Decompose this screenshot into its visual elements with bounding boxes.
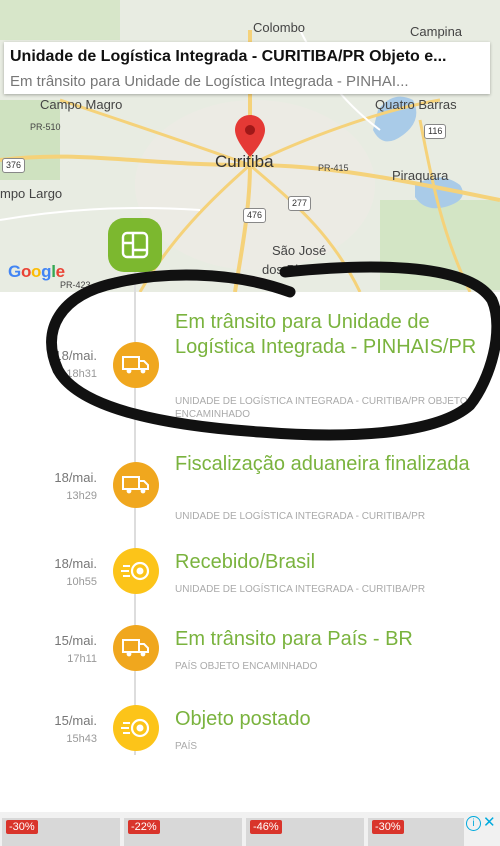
truck-icon (113, 625, 159, 671)
event-time: 10h55 (66, 576, 97, 588)
event-date: 18/mai. (54, 348, 97, 363)
map-pin-icon[interactable] (233, 113, 267, 159)
event-date: 18/mai. (54, 470, 97, 485)
ad-discount-badge: -46% (250, 820, 282, 834)
event-title: Recebido/Brasil (175, 551, 316, 573)
event-title: Em trânsito para País - BR (175, 628, 413, 650)
event-title: Fiscalização aduaneira finalizada (175, 453, 470, 475)
ad-info-icon[interactable]: i (466, 816, 481, 831)
logistics-hub-icon (108, 218, 162, 272)
event-subtitle: PAÍS OBJETO ENCAMINHADO (175, 661, 318, 672)
event-time: 13h29 (66, 490, 97, 502)
ad-discount-badge: -30% (372, 820, 404, 834)
event-time: 17h11 (67, 653, 97, 665)
road-shield-476: 476 (243, 208, 267, 223)
event-date: 18/mai. (54, 556, 97, 571)
received-icon (113, 705, 159, 751)
map-label-piraquara: Piraquara (392, 168, 449, 183)
ad-close-icon[interactable]: ✕ (483, 813, 496, 831)
map-label-sao-jose: São José (272, 243, 327, 258)
ad-discount-badge: -30% (6, 820, 38, 834)
received-icon (113, 548, 159, 594)
event-time: 15h43 (66, 733, 97, 745)
map-label-campo-largo: mpo Largo (0, 186, 63, 201)
event-subtitle: UNIDADE DE LOGÍSTICA INTEGRADA - CURITIB… (175, 584, 426, 595)
timeline-line (134, 265, 136, 755)
map-label-quatro-barras: Quatro Barras (375, 97, 457, 112)
map-view[interactable]: Colombo Campina Campo Magro Quatro Barra… (0, 0, 500, 292)
event-subtitle: UNIDADE DE LOGÍSTICA INTEGRADA - CURITIB… (175, 511, 426, 522)
map-info-window[interactable]: Unidade de Logística Integrada - CURITIB… (4, 42, 490, 94)
truck-icon (113, 342, 159, 388)
map-label-campina: Campina (410, 24, 463, 39)
map-label-campo-magro: Campo Magro (40, 97, 123, 112)
info-window-title: Unidade de Logística Integrada - CURITIB… (10, 48, 447, 65)
ad-discount-badge: -22% (128, 820, 160, 834)
info-window-subtitle: Em trânsito para Unidade de Logística In… (10, 73, 409, 90)
event-subtitle: UNIDADE DE LOGÍSTICA INTEGRADA - CURITIB… (175, 396, 468, 420)
road-shield-277: 277 (288, 196, 312, 211)
event-date: 15/mai. (54, 713, 97, 728)
google-logo: Google (8, 262, 65, 281)
event-subtitle: PAÍS (175, 741, 198, 752)
road-label-pr415: PR-415 (318, 163, 349, 173)
road-shield-116: 116 (424, 124, 447, 139)
map-label-dos-pinhais: dos Pinhais (262, 262, 330, 277)
truck-icon (113, 462, 159, 508)
event-title: Em trânsito para Unidade de Logística In… (175, 311, 477, 358)
road-shield-376: 376 (2, 158, 26, 173)
event-time: 18h31 (66, 368, 97, 380)
ad-banner[interactable]: -30% -22% -46% -30% (0, 812, 500, 846)
event-date: 15/mai. (54, 633, 97, 648)
road-label-pr510: PR-510 (30, 122, 61, 132)
map-label-colombo: Colombo (253, 20, 306, 35)
event-title: Objeto postado (175, 708, 311, 730)
